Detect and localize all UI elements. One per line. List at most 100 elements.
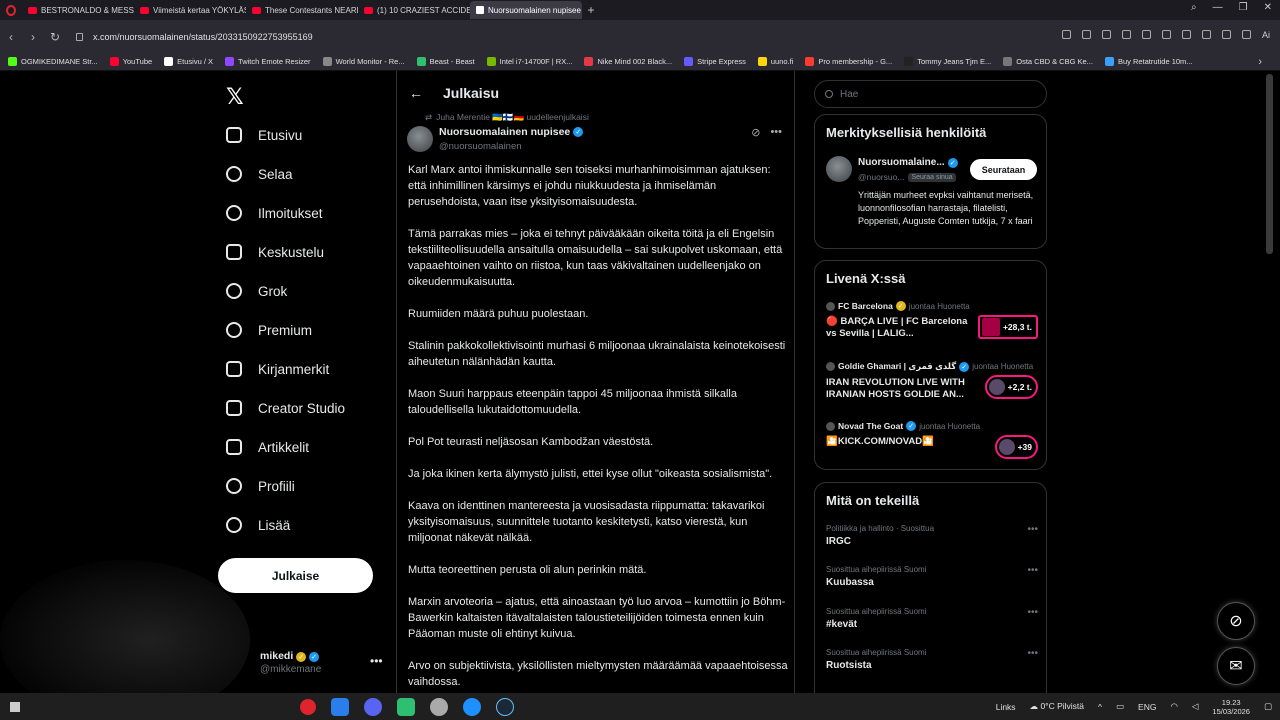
language-indicator[interactable]: ENG [1138,702,1156,712]
ai-button[interactable]: Ai [1262,30,1270,40]
bookmark-item[interactable]: OGMIKEDIMANE Str... [8,57,98,66]
heart-icon[interactable] [1141,30,1151,39]
start-icon[interactable] [10,701,20,712]
bookmark-item[interactable]: World Monitor - Re... [322,57,405,66]
nav-item-kirjanmerkit[interactable]: Kirjanmerkit [226,361,329,377]
trend-item[interactable]: Politiikka ja hallinto · Suosittua IRGC ••… [826,524,1038,547]
nav-item-ilmoitukset[interactable]: Ilmoitukset [226,205,323,221]
camera-icon[interactable] [1081,30,1091,39]
bookmark-item[interactable]: Stripe Express [684,57,746,66]
scrollbar[interactable] [1266,74,1273,254]
nav-item-creator-studio[interactable]: Creator Studio [226,400,345,416]
nav-item-selaa[interactable]: Selaa [226,166,293,182]
trend-item[interactable]: Suosittua aihepiirissä Suomi Ruotsista ••• [826,648,1038,671]
more-options-icon[interactable]: ••• [1027,565,1038,576]
repost-indicator[interactable]: ⇄ Juha Merentie 🇺🇦🇫🇮🇩🇪 uudelleenjulkaisi [425,112,589,123]
nav-item-keskustelu[interactable]: Keskustelu [226,244,324,260]
shield-taskbar-icon[interactable] [430,697,448,716]
post-button[interactable]: Julkaise [218,558,373,593]
bookmark-item[interactable]: Etusivu / X [164,57,213,66]
bookmark-item[interactable]: Osta CBD & CBG Ke... [1003,57,1093,66]
cube-icon[interactable] [1241,30,1251,39]
bookmark-item[interactable]: Intel i7-14700F | RX... [486,57,572,66]
post-paragraph: Marxin arvoteoria – ajatus, että ainoast… [408,596,786,640]
notification-icon[interactable]: ▢ [1264,701,1272,712]
nav-item-profiili[interactable]: Profiili [226,478,295,494]
relevant-name-row[interactable]: Nuorsuomalaine... ✓ [858,157,958,168]
trend-item[interactable]: Suosittua aihepiirissä Suomi #kevät ••• [826,607,1038,630]
bookmark-item[interactable]: Beast - Beast [416,57,475,66]
menu-icon[interactable] [1181,30,1191,39]
browser-tab[interactable]: Viimeistä kertaa YÖKYLÄS [134,1,246,19]
more-options-icon[interactable]: ••• [770,126,782,139]
bookmark-item[interactable]: YouTube [109,57,152,66]
game-icon[interactable] [397,697,415,716]
close-window-icon[interactable]: ✕ [1264,2,1272,13]
browser-tab[interactable]: (1) 10 CRAZIEST ACCIDEN [358,1,470,19]
extension-icon[interactable] [1221,30,1231,39]
avatar[interactable] [826,156,852,182]
browser-tab[interactable]: BESTRONALDO & MESSI [22,1,134,19]
app-taskbar-icon[interactable] [331,697,349,716]
browser-tab-active[interactable]: Nuorsuomalainen nupisee✕ [470,1,582,19]
minimize-icon[interactable]: — [1213,2,1223,13]
more-icon[interactable]: ••• [370,654,383,668]
edge-icon[interactable] [463,697,481,716]
volume-icon[interactable]: ◁ [1192,701,1199,712]
following-button[interactable]: Seurataan [970,159,1037,180]
opera-logo-icon[interactable] [0,0,22,20]
discord-icon[interactable] [364,697,382,716]
bookmark-item[interactable]: Buy Retatrutide 10m... [1104,57,1193,66]
tray-chevron-icon[interactable]: ^ [1098,702,1102,712]
nav-item-grok[interactable]: Grok [226,283,287,299]
more-options-icon[interactable]: ••• [1027,524,1038,535]
nav-item-lisaa[interactable]: Lisää [226,517,290,533]
more-options-icon[interactable]: ••• [1027,648,1038,659]
network-icon[interactable]: ▭ [1116,701,1124,712]
bookmark-label: Beast - Beast [429,57,475,66]
opera-taskbar-icon[interactable] [300,698,316,715]
bookmark-item[interactable]: Nike Mind 002 Black... [584,57,672,66]
play-icon[interactable] [1121,30,1131,39]
back-arrow-icon[interactable]: ← [409,85,423,101]
nav-item-premium[interactable]: Premium [226,322,312,338]
share-icon[interactable] [1061,30,1071,39]
clock[interactable]: 19.23 15/03/2026 [1212,698,1250,716]
grok-icon[interactable]: ⊘ [751,126,760,139]
browser-tab[interactable]: These Contestants NEARL [246,1,358,19]
author-name-row[interactable]: Nuorsuomalainen nupisee ✓ [439,126,584,138]
maximize-icon[interactable]: ❐ [1239,2,1248,13]
x-logo-icon[interactable]: 𝕏 [226,84,244,110]
wifi-icon[interactable]: ◠ [1170,701,1177,712]
messages-float-icon[interactable]: ✉ [1217,647,1255,685]
bookmark-item[interactable]: uuno.fi [757,57,793,66]
forward-icon[interactable]: › [22,30,44,44]
nav-item-artikkelit[interactable]: Artikkelit [226,439,309,455]
grok-float-icon[interactable]: ⊘ [1217,602,1255,640]
download-icon[interactable] [1161,30,1171,39]
shield-icon[interactable] [1101,30,1111,39]
trend-item[interactable]: Suosittua aihepiirissä Suomi Kuubassa ••• [826,565,1038,588]
bookmarks-overflow-icon[interactable]: › [1258,56,1262,68]
bookmark-item[interactable]: Twitch Emote Resizer [225,57,311,66]
more-options-icon[interactable]: ••• [1027,607,1038,618]
reload-icon[interactable]: ↻ [44,30,66,44]
profile-icon[interactable] [1201,30,1211,39]
links-label[interactable]: Links [996,702,1016,712]
weather-widget[interactable]: ☁ 0°C Pilvistä [1030,701,1084,712]
bookmark-item[interactable]: Tommy Jeans Tjm E... [904,57,991,66]
account-switcher[interactable]: mikedi ✓ ✓ @mikkemane [260,650,321,675]
author-avatar[interactable] [407,126,433,152]
author-handle[interactable]: @nuorsuomalainen [439,141,522,152]
back-icon[interactable]: ‹ [0,30,22,44]
steam-icon[interactable] [496,697,514,716]
nav-item-etusivu[interactable]: Etusivu [226,127,302,143]
new-tab-button[interactable]: + [582,3,600,17]
bookmark-item[interactable]: Pro membership - G... [805,57,892,66]
live-item[interactable]: Novad The Goat ✓ juontaa Huonetta 🎦KICK.COM… [826,421,1038,459]
url-field[interactable]: x.com/nuorsuomalainen/status/20331509227… [76,32,313,42]
live-item[interactable]: Goldie Ghamari | گلدی قمری ✓ juontaa Huone… [826,361,1038,401]
search-input[interactable]: Hae [814,80,1047,108]
search-tabs-icon[interactable]: ⌕ [1191,2,1197,13]
live-item[interactable]: FC Barcelona ✓ juontaa Huonetta 🔴 BARÇA LIV… [826,301,1038,340]
